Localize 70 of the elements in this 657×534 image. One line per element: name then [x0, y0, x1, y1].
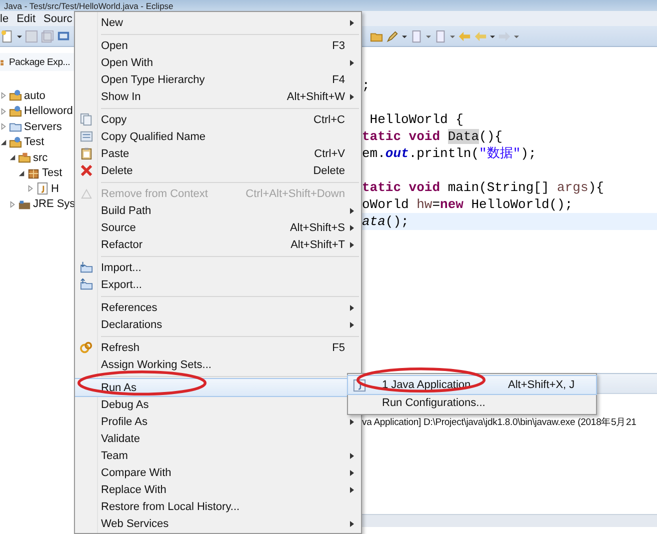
menu-item[interactable]: Show In Alt+Shift+W	[75, 88, 361, 105]
menu-item[interactable]: Open Type Hierarchy F4	[75, 71, 361, 88]
tree-item[interactable]: H	[27, 181, 74, 196]
save-icon	[25, 30, 38, 42]
menu-item[interactable]: Restore from Local History...	[75, 498, 361, 515]
menu-item[interactable]: Declarations	[75, 316, 361, 333]
menu-item[interactable]: Import...	[75, 259, 361, 276]
console-text: va Application] D:\Project\java\jdk1.8.0\bin\javaw.exe (2018年5月21	[362, 416, 636, 429]
left-arrow-icon	[458, 30, 471, 42]
tree-item[interactable]: Test	[18, 166, 74, 181]
project-folder-icon	[9, 136, 22, 149]
menu-item[interactable]: Assign Working Sets...	[75, 356, 361, 373]
menu-item[interactable]: Sourc	[44, 12, 72, 26]
menu-item[interactable]: Export...	[75, 276, 361, 293]
page-icon	[410, 30, 423, 42]
code-line: tatic void Data(){	[362, 128, 504, 145]
tree-item[interactable]: JRE Sys	[9, 196, 74, 212]
menu-item[interactable]: Open F3	[75, 37, 361, 54]
menu-item[interactable]: Refresh F5	[75, 339, 361, 356]
menu-item[interactable]: Edit	[16, 12, 36, 26]
folder-arrow-icon	[80, 261, 92, 274]
menu-item[interactable]: Copy Qualified Name	[75, 128, 361, 145]
project-folder-icon	[9, 89, 22, 102]
source-folder-icon	[18, 151, 31, 164]
menu-item[interactable]: Source Alt+Shift+S	[75, 219, 361, 236]
menu-item[interactable]: New	[75, 14, 361, 31]
package-icon	[27, 166, 40, 180]
file-icon	[36, 182, 49, 196]
delete-icon	[80, 164, 92, 177]
menu-item[interactable]: Web Services	[75, 515, 361, 532]
code-line: em.out.println("数据");	[362, 145, 538, 162]
menu-item[interactable]: Paste Ctrl+V	[75, 145, 361, 162]
monitor-icon	[57, 30, 70, 42]
tree-item[interactable]: Servers	[0, 119, 74, 134]
tree-item[interactable]: Helloword	[0, 104, 74, 119]
folder-arrow-icon	[80, 278, 92, 291]
menu-item[interactable]: Compare With	[75, 464, 361, 481]
code-line: tatic void main(String[] args){	[362, 179, 605, 196]
pages-icon	[80, 130, 92, 143]
code-line: HelloWorld {	[368, 111, 464, 128]
window-title: Java - Test/src/Test/HelloWorld.java - Eclipse	[3, 1, 174, 11]
menu-item[interactable]: Replace With	[75, 481, 361, 498]
project-folder-icon	[9, 104, 22, 118]
menu-item[interactable]: Validate	[75, 430, 361, 447]
save-all-icon	[41, 30, 54, 42]
page-icon	[434, 30, 447, 42]
menu-item[interactable]: Profile As	[75, 413, 361, 430]
code-line: ;	[362, 77, 371, 94]
tree-item[interactable]: src	[9, 150, 74, 166]
menu-item[interactable]: Team	[75, 447, 361, 464]
tree-item[interactable]: Test	[0, 134, 74, 150]
menu-item[interactable]: Run Configurations...	[348, 394, 596, 412]
pages-icon	[80, 113, 92, 126]
refresh-icon	[80, 341, 92, 354]
menu-item[interactable]: 1 Java Application Alt+Shift+X, J	[348, 376, 596, 394]
faded-icon	[80, 187, 92, 200]
menu-item[interactable]: Build Path	[75, 202, 361, 219]
new-file-icon	[1, 30, 14, 42]
menu-item[interactable]: Delete Delete	[75, 162, 361, 179]
menu-item[interactable]: Refactor Alt+Shift+T	[75, 236, 361, 253]
menu-item[interactable]: References	[75, 299, 361, 316]
pencil-icon	[386, 30, 399, 42]
menu-item[interactable]: Copy Ctrl+C	[75, 111, 361, 128]
left-arrow-icon	[474, 30, 487, 42]
tree-item[interactable]: auto	[0, 88, 74, 104]
menu-item[interactable]: Open With	[75, 54, 361, 71]
clipboard-icon	[80, 147, 92, 160]
view-tab[interactable]: Package Exp...	[0, 53, 74, 71]
code-line: oWorld hw=new HelloWorld();	[362, 196, 574, 213]
menu-item[interactable]: le	[0, 12, 9, 26]
